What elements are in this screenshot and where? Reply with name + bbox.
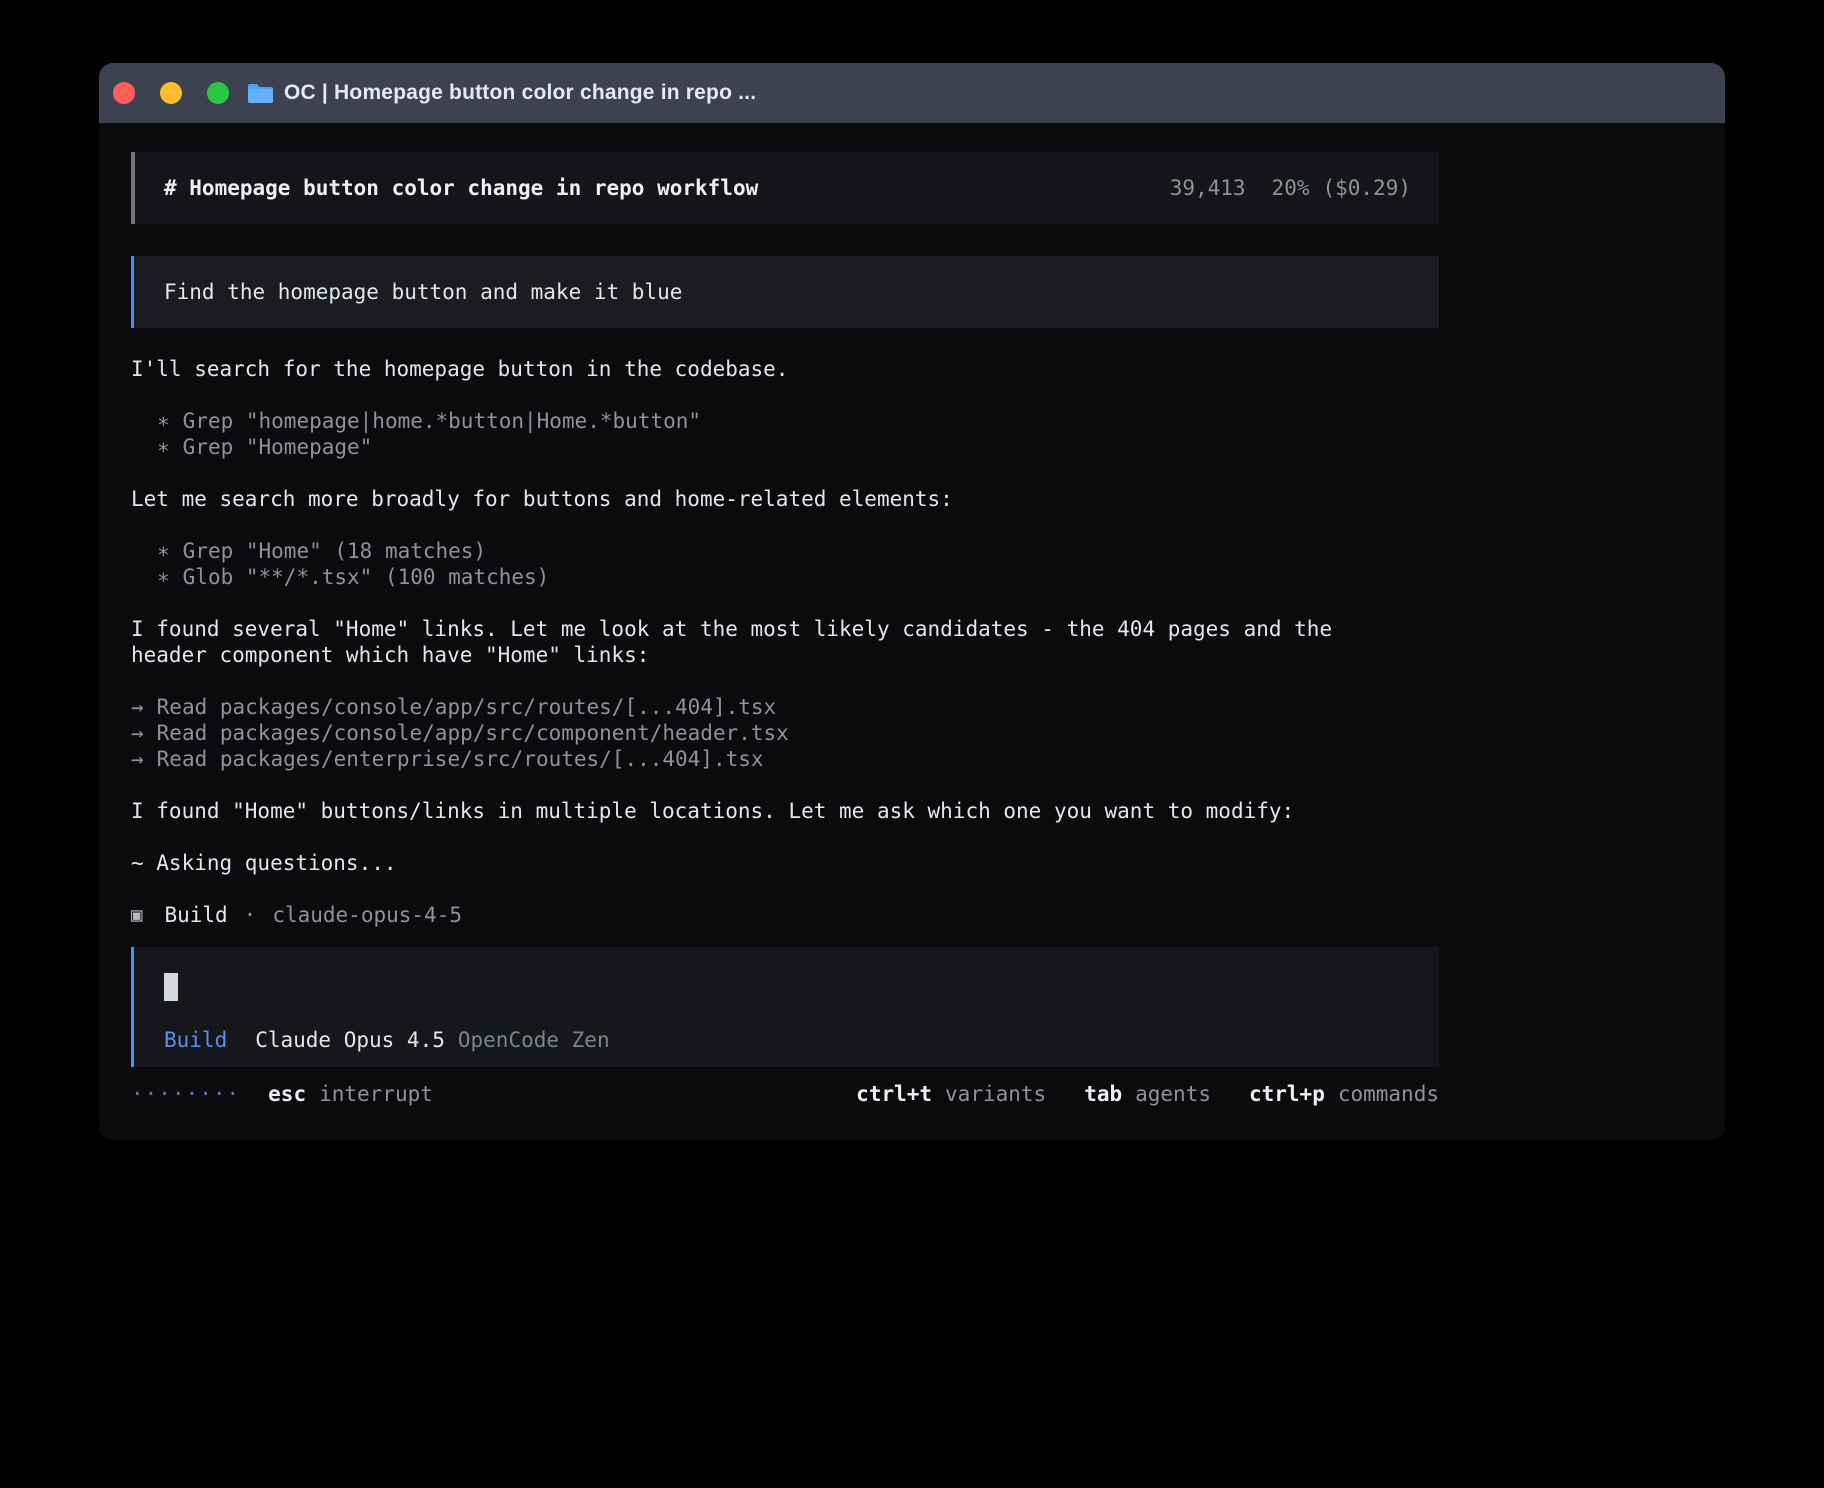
hint-label: variants: [945, 1081, 1046, 1107]
text-cursor: [164, 973, 178, 1001]
tool-call-text: Read packages/console/app/src/component/…: [157, 721, 789, 745]
window-title: OC | Homepage button color change in rep…: [284, 81, 756, 105]
status-bar: ········ esc interrupt ctrl+t variants t…: [131, 1081, 1439, 1107]
tool-call-text: Grep "homepage|home.*button|Home.*button…: [183, 409, 701, 433]
close-button[interactable]: [113, 82, 135, 104]
model-row: Build Claude Opus 4.5 OpenCode Zen: [164, 1028, 1411, 1052]
hint-key: ctrl+t: [856, 1081, 932, 1107]
asterisk-icon: ∗: [157, 538, 170, 564]
tool-call-text: Read packages/console/app/src/routes/[..…: [157, 695, 777, 719]
agent-name: Build: [164, 902, 227, 928]
asterisk-icon: ∗: [157, 434, 170, 460]
arrow-right-icon: →: [131, 746, 144, 772]
tool-call-read: → Read packages/console/app/src/component…: [131, 720, 1439, 746]
tool-call-read: → Read packages/console/app/src/routes/[.…: [131, 694, 1439, 720]
tool-call-text: Grep "Homepage": [183, 435, 373, 459]
asterisk-icon: ∗: [157, 564, 170, 590]
agent-model: claude-opus-4-5: [272, 902, 462, 928]
arrow-right-icon: →: [131, 694, 144, 720]
assistant-transcript: I'll search for the homepage button in t…: [131, 356, 1439, 928]
agent-row: ▣ Build · claude-opus-4-5: [131, 902, 1439, 928]
tool-call-text: Read packages/enterprise/src/routes/[...…: [157, 747, 764, 771]
window-titlebar[interactable]: OC | Homepage button color change in rep…: [99, 63, 1725, 123]
hint-label: commands: [1338, 1081, 1439, 1107]
folder-icon: [247, 83, 274, 104]
esc-key: esc: [268, 1081, 306, 1107]
session-header: # Homepage button color change in repo w…: [131, 152, 1439, 224]
context-percent: 20%: [1272, 176, 1310, 200]
assistant-text: I found several "Home" links. Let me loo…: [131, 616, 1439, 642]
zoom-button[interactable]: [207, 82, 229, 104]
tool-call-grep: ∗ Grep "homepage|home.*button|Home.*butto…: [131, 408, 1439, 434]
tool-call-grep: ∗ Grep "Home" (18 matches): [131, 538, 1439, 564]
terminal-window: OC | Homepage button color change in rep…: [99, 63, 1725, 1140]
token-count: 39,413: [1170, 176, 1246, 200]
tool-call-read: → Read packages/enterprise/src/routes/[..…: [131, 746, 1439, 772]
traffic-lights: [113, 82, 229, 104]
hint-key: tab: [1084, 1081, 1122, 1107]
user-message-text: Find the homepage button and make it blu…: [164, 280, 682, 304]
working-status: ~ Asking questions...: [131, 850, 1439, 876]
minimize-button[interactable]: [160, 82, 182, 104]
assistant-text: I'll search for the homepage button in t…: [131, 356, 1439, 382]
hint-commands: ctrl+p commands: [1249, 1081, 1439, 1107]
prompt-input[interactable]: Build Claude Opus 4.5 OpenCode Zen: [131, 947, 1439, 1067]
model-name: Claude Opus 4.5: [255, 1028, 445, 1052]
tool-call-grep: ∗ Grep "Homepage": [131, 434, 1439, 460]
esc-label: interrupt: [319, 1081, 433, 1107]
assistant-text: I found "Home" buttons/links in multiple…: [131, 798, 1439, 824]
tool-call-glob: ∗ Glob "**/*.tsx" (100 matches): [131, 564, 1439, 590]
hint-key: ctrl+p: [1249, 1081, 1325, 1107]
mode-label: Build: [164, 1028, 227, 1052]
spinner-dots-icon: ········: [131, 1081, 240, 1107]
tool-call-text: Glob "**/*.tsx" (100 matches): [183, 565, 550, 589]
agent-badge-icon: ▣: [131, 902, 142, 928]
assistant-text: header component which have "Home" links…: [131, 642, 1439, 668]
session-cost: ($0.29): [1322, 176, 1411, 200]
session-title: # Homepage button color change in repo w…: [164, 176, 758, 200]
arrow-right-icon: →: [131, 720, 144, 746]
provider-name: OpenCode Zen: [458, 1028, 610, 1052]
user-message: Find the homepage button and make it blu…: [131, 256, 1439, 328]
assistant-text: Let me search more broadly for buttons a…: [131, 486, 1439, 512]
hint-label: agents: [1135, 1081, 1211, 1107]
hint-agents: tab agents: [1084, 1081, 1211, 1107]
asterisk-icon: ∗: [157, 408, 170, 434]
dot-separator: ·: [244, 902, 257, 928]
session-stats: 39,413 20% ($0.29): [1170, 176, 1411, 200]
hint-variants: ctrl+t variants: [856, 1081, 1046, 1107]
tool-call-text: Grep "Home" (18 matches): [183, 539, 486, 563]
